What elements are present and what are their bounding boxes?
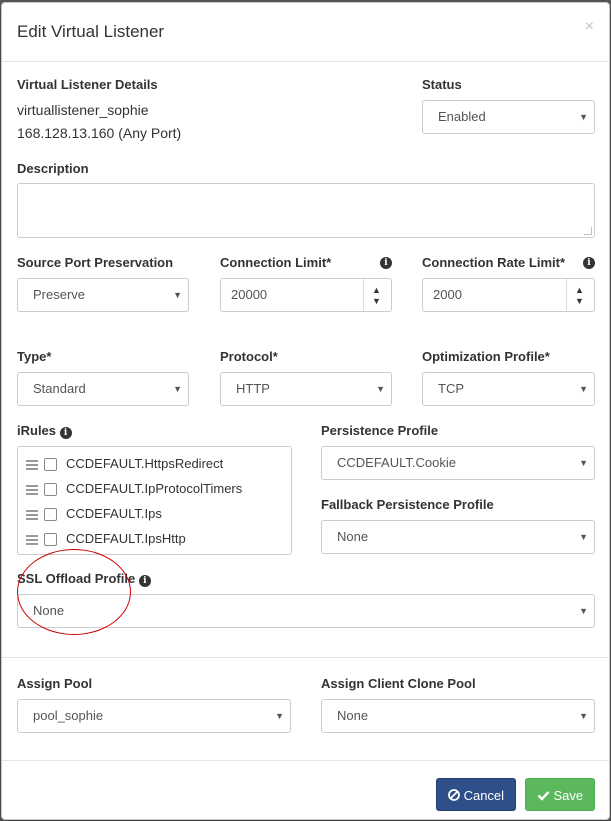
drag-handle-icon[interactable]: [26, 510, 38, 522]
optimization-profile-label: Optimization Profile*: [422, 349, 550, 364]
checkbox[interactable]: [44, 533, 57, 546]
spin-up-icon[interactable]: ▲: [372, 285, 381, 295]
ban-icon: [448, 789, 460, 801]
connection-limit-value: 20000: [231, 287, 268, 302]
status-value: Enabled: [438, 109, 486, 124]
ssl-offload-label-wrap: SSL Offload Profile i: [17, 571, 151, 587]
details-label: Virtual Listener Details: [17, 77, 158, 92]
irule-label: CCDEFAULT.IpsHttp: [66, 531, 186, 546]
protocol-label: Protocol*: [220, 349, 278, 364]
connection-rate-limit-value: 2000: [433, 287, 462, 302]
spin-up-icon[interactable]: ▲: [575, 285, 584, 295]
connection-limit-input[interactable]: 20000 ▲ ▼: [220, 278, 392, 312]
chevron-down-icon: ▼: [173, 384, 182, 394]
description-label: Description: [17, 161, 89, 176]
modal-header: Edit Virtual Listener ×: [2, 3, 609, 62]
persistence-profile-label: Persistence Profile: [321, 423, 439, 438]
source-port-select[interactable]: Preserve ▼: [17, 278, 189, 312]
cancel-label: Cancel: [463, 788, 505, 803]
check-icon: [537, 791, 550, 801]
irule-label: CCDEFAULT.HttpsRedirect: [66, 456, 224, 471]
chevron-down-icon: ▼: [579, 458, 588, 468]
assign-client-clone-pool-label: Assign Client Clone Pool: [321, 676, 476, 691]
save-label: Save: [553, 788, 584, 803]
assign-client-clone-pool-value: None: [337, 708, 369, 723]
listener-name: virtuallistener_sophie: [17, 102, 149, 118]
optimization-profile-select[interactable]: TCP ▼: [422, 372, 595, 406]
spin-down-icon[interactable]: ▼: [575, 296, 584, 306]
resize-handle-icon[interactable]: [584, 227, 592, 235]
irules-list: CCDEFAULT.HttpsRedirect CCDEFAULT.IpProt…: [17, 446, 292, 555]
chevron-down-icon: ▼: [275, 711, 284, 721]
chevron-down-icon: ▼: [579, 112, 588, 122]
source-port-label: Source Port Preservation: [17, 255, 174, 270]
close-icon[interactable]: ×: [585, 18, 594, 36]
chevron-down-icon: ▼: [173, 290, 182, 300]
checkbox[interactable]: [44, 458, 57, 471]
info-icon: i: [583, 257, 595, 269]
fallback-persistence-profile-select[interactable]: None ▼: [321, 520, 595, 554]
ssl-offload-profile-select[interactable]: None ▼: [17, 594, 595, 628]
assign-client-clone-pool-select[interactable]: None ▼: [321, 699, 595, 733]
optimization-profile-value: TCP: [438, 381, 464, 396]
ssl-offload-profile-label: SSL Offload Profile: [17, 571, 136, 586]
modal-title: Edit Virtual Listener: [17, 22, 165, 41]
irules-label-wrap: iRules i: [17, 423, 72, 439]
chevron-down-icon: ▼: [579, 711, 588, 721]
section-divider: [2, 657, 609, 658]
spin-down-icon[interactable]: ▼: [372, 296, 381, 306]
chevron-down-icon: ▼: [579, 606, 588, 616]
connection-rate-limit-label: Connection Rate Limit*: [422, 255, 566, 270]
irule-label: CCDEFAULT.Ips: [66, 506, 162, 521]
footer-divider: [2, 760, 609, 761]
drag-handle-icon[interactable]: [26, 485, 38, 497]
irule-label: CCDEFAULT.IpProtocolTimers: [66, 481, 243, 496]
persistence-profile-select[interactable]: CCDEFAULT.Cookie ▼: [321, 446, 595, 480]
type-select[interactable]: Standard ▼: [17, 372, 189, 406]
assign-pool-select[interactable]: pool_sophie ▼: [17, 699, 291, 733]
chevron-down-icon: ▼: [579, 384, 588, 394]
drag-handle-icon[interactable]: [26, 535, 38, 547]
persistence-profile-value: CCDEFAULT.Cookie: [337, 455, 456, 470]
type-label: Type*: [17, 349, 52, 364]
type-value: Standard: [33, 381, 86, 396]
source-port-value: Preserve: [33, 287, 86, 302]
status-label: Status: [422, 77, 462, 92]
ssl-offload-profile-value: None: [33, 603, 65, 618]
info-icon: i: [59, 427, 72, 439]
listener-address: 168.128.13.160 (Any Port): [17, 125, 182, 141]
assign-pool-label: Assign Pool: [17, 676, 93, 691]
chevron-down-icon: ▼: [376, 384, 385, 394]
irules-label: iRules: [17, 423, 57, 438]
fallback-persistence-profile-value: None: [337, 529, 369, 544]
info-icon: i: [138, 575, 151, 587]
protocol-select[interactable]: HTTP ▼: [220, 372, 392, 406]
status-select[interactable]: Enabled ▼: [422, 100, 595, 134]
cancel-button[interactable]: Cancel: [436, 778, 516, 811]
assign-pool-value: pool_sophie: [33, 708, 104, 723]
connection-limit-label: Connection Limit*: [220, 255, 332, 270]
fallback-persistence-profile-label: Fallback Persistence Profile: [321, 497, 494, 512]
chevron-down-icon: ▼: [579, 532, 588, 542]
protocol-value: HTTP: [236, 381, 270, 396]
checkbox[interactable]: [44, 508, 57, 521]
connection-limit-stepper[interactable]: ▲ ▼: [363, 279, 391, 311]
checkbox[interactable]: [44, 483, 57, 496]
connection-rate-limit-stepper[interactable]: ▲ ▼: [566, 279, 594, 311]
connection-rate-limit-input[interactable]: 2000 ▲ ▼: [422, 278, 595, 312]
drag-handle-icon[interactable]: [26, 460, 38, 472]
description-textarea[interactable]: [17, 183, 595, 238]
save-button[interactable]: Save: [525, 778, 595, 811]
edit-virtual-listener-dialog: Edit Virtual Listener × Virtual Listener…: [1, 2, 610, 820]
info-icon: i: [380, 257, 392, 269]
